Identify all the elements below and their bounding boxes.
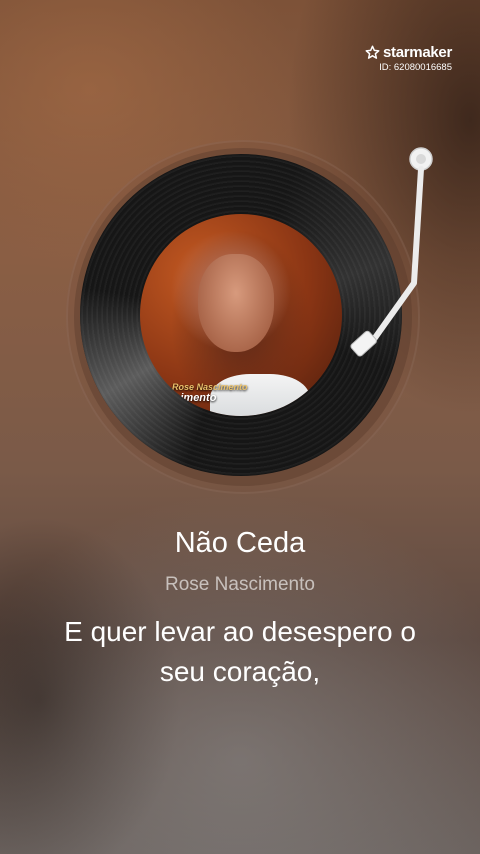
lyrics-panel: E quer levar ao desespero o seu coração, — [20, 612, 460, 692]
song-title: Não Ceda — [174, 527, 306, 559]
vinyl-turntable: Rose Nascimento ascimento — [0, 0, 480, 520]
artist-name: Rose Nascimento — [165, 574, 315, 595]
tonearm — [350, 147, 433, 357]
lyrics-line: E quer levar ao desespero o — [64, 616, 416, 647]
lyrics-line: seu coração, — [159, 656, 321, 687]
